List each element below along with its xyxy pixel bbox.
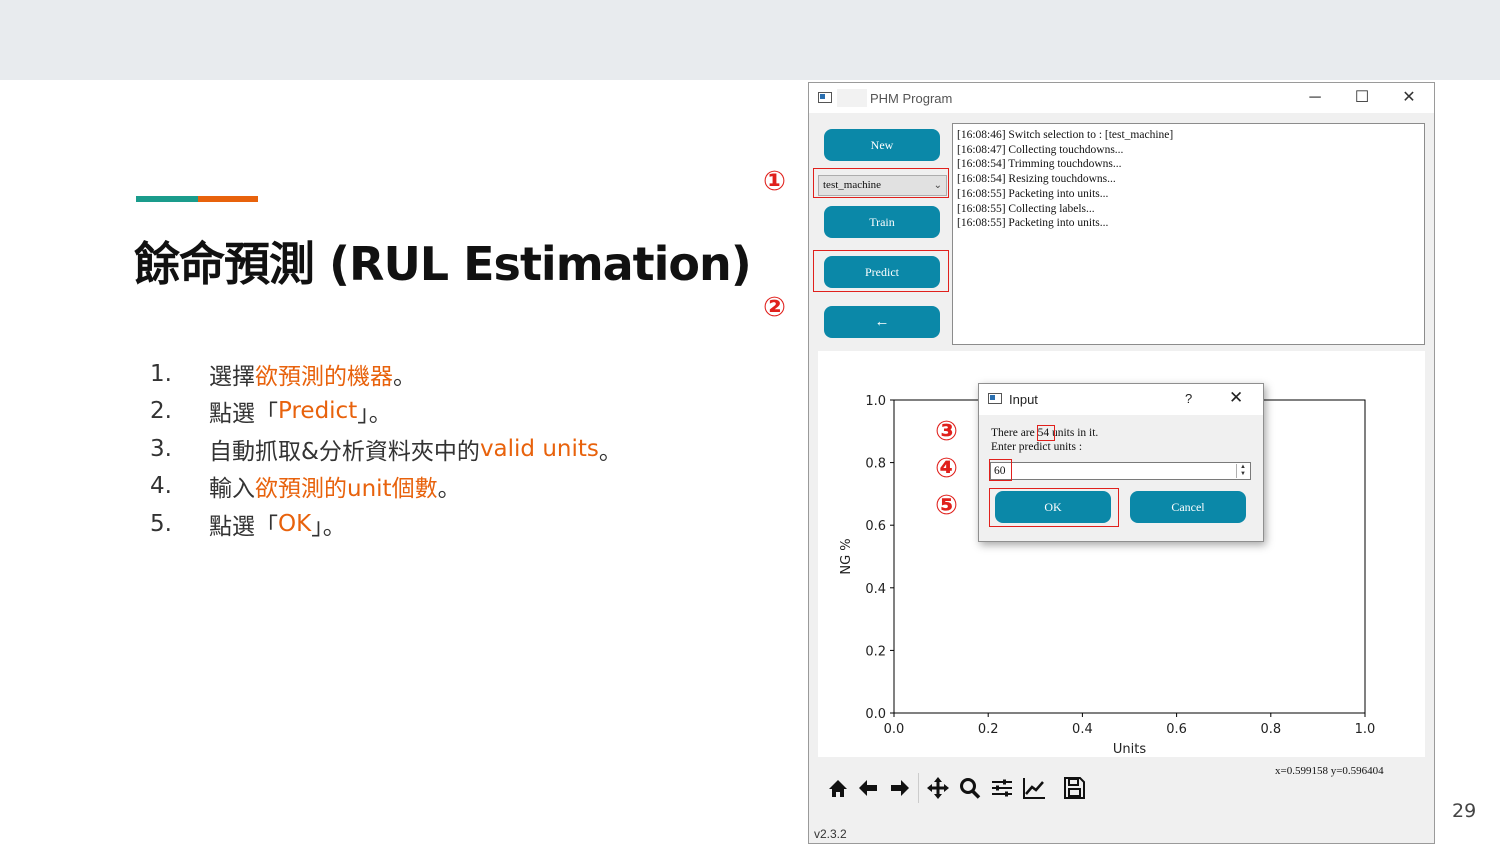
- back-arrow-icon[interactable]: [856, 775, 880, 801]
- window-titlebar: PHM Program ─ ☐ ✕: [809, 83, 1434, 113]
- annotation-number-2: ②: [763, 292, 786, 323]
- coords-readout: x=0.599158 y=0.596404: [1275, 765, 1384, 777]
- accent-bar-orange: [198, 196, 258, 202]
- step-text-end: 」。: [357, 401, 392, 428]
- step-text: 點選「: [209, 513, 278, 540]
- app-icon: [818, 92, 832, 103]
- zoom-icon[interactable]: [958, 775, 982, 801]
- step-highlight: OK: [278, 510, 312, 537]
- y-tick-label: 0.0: [865, 707, 886, 722]
- log-line: [16:08:47] Collecting touchdowns...: [957, 143, 1124, 156]
- forward-arrow-icon[interactable]: [888, 775, 912, 801]
- x-tick-label: 0.6: [1166, 722, 1187, 737]
- annotation-box-predict: [813, 250, 949, 292]
- step-text-end: 。: [598, 438, 622, 465]
- dialog-text-pre: There are: [991, 427, 1038, 439]
- annotation-box-select: [813, 168, 949, 198]
- log-line: [16:08:55] Collecting labels...: [957, 202, 1095, 215]
- back-button[interactable]: ←: [824, 306, 940, 338]
- log-line: [16:08:54] Resizing touchdowns...: [957, 173, 1116, 186]
- step-item: 5. 點選「 OK」。: [150, 505, 622, 543]
- step-text-end: 。: [393, 363, 416, 390]
- accent-bar-teal: [136, 196, 198, 202]
- title-redacted: [837, 89, 867, 107]
- log-line: [16:08:55] Packeting into units...: [957, 187, 1109, 200]
- x-tick-label: 0.0: [884, 722, 905, 737]
- home-icon[interactable]: [826, 775, 850, 801]
- step-list: 1. 選擇 欲預測的機器。 2. 點選「 Predict」。 3. 自動抓取&分析資…: [150, 355, 622, 543]
- annotation-number-4: ④: [935, 453, 958, 484]
- dialog-prompt: Enter predict units :: [991, 441, 1083, 453]
- slide-title: 餘命預測 (RUL Estimation): [134, 237, 752, 291]
- x-tick-label: 0.8: [1260, 722, 1281, 737]
- dialog-title: Input: [1009, 392, 1038, 407]
- annotation-box-count: [1037, 425, 1055, 441]
- annotation-box-input: [989, 459, 1012, 481]
- close-button[interactable]: ✕: [1394, 86, 1424, 110]
- new-button[interactable]: New: [824, 129, 940, 161]
- log-panel[interactable]: [16:08:46] Switch selection to : [test_m…: [952, 123, 1425, 345]
- dialog-close-button[interactable]: ✕: [1229, 388, 1243, 408]
- y-tick-label: 1.0: [865, 394, 886, 409]
- header-band: [0, 0, 1500, 80]
- dialog-app-icon: [988, 393, 1002, 404]
- toolbar-divider: [918, 773, 919, 803]
- pan-icon[interactable]: [926, 775, 950, 801]
- dialog-titlebar: Input ? ✕: [979, 384, 1263, 415]
- step-item: 1. 選擇 欲預測的機器。: [150, 355, 622, 393]
- step-item: 3. 自動抓取&分析資料夾中的 valid units。: [150, 430, 622, 468]
- page-number: 29: [1452, 800, 1477, 822]
- x-tick-label: 1.0: [1355, 722, 1376, 737]
- step-text: 點選「: [209, 401, 278, 428]
- configure-subplots-icon[interactable]: [990, 775, 1014, 801]
- predict-units-input[interactable]: 60 ▲ ▼: [990, 462, 1251, 480]
- spin-arrows-icon[interactable]: ▲ ▼: [1236, 464, 1249, 478]
- x-axis-label: Units: [1113, 742, 1146, 757]
- annotation-box-ok: [989, 488, 1119, 527]
- step-highlight: Predict: [278, 398, 358, 425]
- minimize-button[interactable]: ─: [1300, 86, 1330, 110]
- dialog-text-post: units in it.: [1049, 427, 1099, 439]
- maximize-button[interactable]: ☐: [1347, 86, 1377, 110]
- step-number: 1.: [150, 360, 172, 387]
- step-highlight: 欲預測的unit個數: [255, 476, 438, 503]
- step-item: 4. 輸入 欲預測的unit個數。: [150, 468, 622, 506]
- y-tick-label: 0.8: [865, 457, 886, 472]
- step-text: 選擇: [209, 363, 255, 390]
- cancel-button[interactable]: Cancel: [1130, 491, 1246, 523]
- log-line: [16:08:55] Packeting into units...: [957, 217, 1109, 230]
- y-tick-label: 0.6: [865, 519, 886, 534]
- step-highlight: 欲預測的機器: [255, 363, 393, 390]
- step-text-end: 。: [437, 476, 461, 503]
- y-axis-label: NG %: [839, 538, 854, 574]
- step-text: 輸入: [209, 476, 255, 503]
- x-tick-label: 0.2: [978, 722, 999, 737]
- step-highlight: valid units: [479, 435, 599, 462]
- save-icon[interactable]: [1062, 775, 1086, 801]
- step-text-end: 」。: [311, 513, 346, 540]
- step-number: 4.: [150, 473, 172, 500]
- log-line: [16:08:54] Trimming touchdowns...: [957, 158, 1122, 171]
- y-tick-label: 0.4: [865, 582, 886, 597]
- version-label: v2.3.2: [814, 827, 847, 841]
- step-item: 2. 點選「 Predict」。: [150, 393, 622, 431]
- window-title: PHM Program: [870, 91, 953, 106]
- y-tick-label: 0.2: [865, 644, 886, 659]
- annotation-number-3: ③: [935, 416, 958, 447]
- step-number: 3.: [150, 435, 172, 462]
- edit-axis-icon[interactable]: [1022, 775, 1046, 801]
- step-number: 5.: [150, 510, 172, 537]
- annotation-number-5: ⑤: [935, 490, 958, 521]
- annotation-number-1: ①: [763, 166, 786, 197]
- help-button[interactable]: ?: [1185, 391, 1192, 406]
- step-text: 自動抓取&分析資料夾中的: [209, 438, 480, 465]
- train-button[interactable]: Train: [824, 206, 940, 238]
- step-number: 2.: [150, 398, 172, 425]
- x-tick-label: 0.4: [1072, 722, 1093, 737]
- log-line: [16:08:46] Switch selection to : [test_m…: [957, 129, 1174, 141]
